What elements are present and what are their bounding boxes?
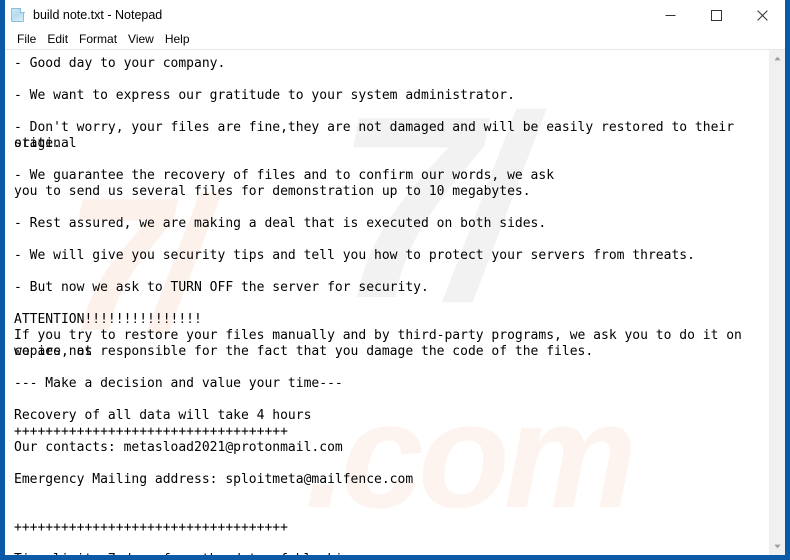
note-line: Emergency Mailing address: sploitmeta@ma… (14, 472, 414, 487)
menu-item-view[interactable]: View (123, 31, 160, 48)
scroll-up-arrow-icon[interactable] (769, 50, 785, 67)
note-line (14, 200, 768, 216)
note-line (14, 456, 768, 472)
note-line (14, 72, 768, 88)
note-line (14, 536, 768, 552)
note-line: state. (14, 136, 61, 151)
note-line: +++++++++++++++++++++++++++++++++++ (14, 424, 288, 439)
note-line (14, 232, 768, 248)
note-line: - We want to express our gratitude to yo… (14, 88, 515, 103)
note-line (14, 360, 768, 376)
menu-item-format[interactable]: Format (74, 31, 123, 48)
menu-item-file[interactable]: File (12, 31, 42, 48)
note-line (14, 504, 768, 520)
scrollbar-track[interactable] (769, 67, 785, 538)
note-line: - We will give you security tips and tel… (14, 248, 695, 263)
minimize-icon (665, 14, 675, 16)
menu-bar: File Edit Format View Help (5, 30, 785, 50)
note-line (14, 488, 768, 504)
note-line: Our contacts: metasload2021@protonmail.c… (14, 440, 343, 455)
maximize-button[interactable] (693, 0, 739, 30)
note-line (14, 264, 768, 280)
minimize-button[interactable] (647, 0, 693, 30)
window-controls (647, 0, 785, 30)
title-bar-left: build note.txt - Notepad (5, 7, 162, 23)
note-line (14, 392, 768, 408)
title-bar[interactable]: build note.txt - Notepad (5, 0, 785, 30)
note-line (14, 296, 768, 312)
note-line (14, 104, 768, 120)
scroll-down-arrow-icon[interactable] (769, 538, 785, 555)
note-line: - Don't worry, your files are fine,they … (14, 120, 742, 151)
close-icon (756, 9, 768, 21)
note-text-area[interactable]: - Good day to your company. - We want to … (5, 50, 768, 555)
note-line: Time limit: 7 days from the date of bloc… (14, 552, 768, 555)
editor-region: 7/ 7/ .com - Good day to your company. - … (5, 50, 785, 555)
notepad-document-icon (10, 7, 26, 23)
note-line: we are not responsible for the fact that… (14, 344, 594, 359)
note-line (14, 152, 768, 168)
close-button[interactable] (739, 0, 785, 30)
notepad-window: build note.txt - Notepad File Edit Forma… (0, 0, 790, 560)
window-title: build note.txt - Notepad (33, 8, 163, 22)
note-line: - Rest assured, we are making a deal tha… (14, 216, 547, 231)
menu-item-edit[interactable]: Edit (42, 31, 74, 48)
note-line: ATTENTION!!!!!!!!!!!!!!! (14, 312, 202, 327)
note-line: - Good day to your company. (14, 56, 226, 71)
note-line: you to send us several files for demonst… (14, 184, 531, 199)
note-line: - But now we ask to TURN OFF the server … (14, 280, 429, 295)
maximize-icon (710, 9, 722, 21)
note-line: - We guarantee the recovery of files and… (14, 168, 555, 183)
note-line: --- Make a decision and value your time-… (14, 376, 343, 391)
note-line: +++++++++++++++++++++++++++++++++++ (14, 520, 288, 535)
note-line: Recovery of all data will take 4 hours (14, 408, 312, 423)
vertical-scrollbar[interactable] (768, 50, 785, 555)
note-line: If you try to restore your files manuall… (14, 328, 750, 359)
menu-item-help[interactable]: Help (160, 31, 196, 48)
